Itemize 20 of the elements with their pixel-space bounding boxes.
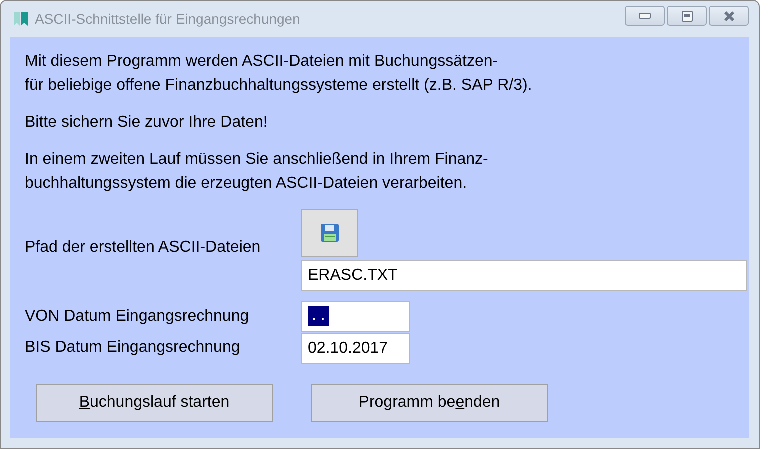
date-field[interactable]: 02.10.2017 [301, 333, 410, 364]
instruction-text: In einem zweiten Lauf müssen Sie anschließend in Ihrem Finanz- buchhaltungssystem die erzeugten ASCII-Dateien verarbeiten. [25, 150, 490, 194]
close-button[interactable] [709, 6, 749, 26]
save-button[interactable] [301, 209, 358, 257]
maximize-icon [682, 10, 692, 22]
action-button[interactable]: Programm beenden [311, 384, 548, 422]
date-label: VON Datum Eingangsrechnung [25, 306, 250, 326]
maximize-button[interactable] [667, 6, 707, 26]
action-button[interactable]: Buchungslauf starten [36, 384, 273, 422]
path-label: Pfad der erstellten ASCII-Dateien [25, 238, 262, 258]
instruction-text: Bitte sichern Sie zuvor Ihre Daten! [25, 113, 269, 133]
window-title: ASCII-Schnittstelle für Eingangsrechungen [35, 10, 300, 29]
date-field[interactable]: . . [301, 301, 410, 332]
instruction-text: Mit diesem Programm werden ASCII-Dateien mit Buchungssätzen- für beliebige offene Finanzbuchhaltungssysteme erstellt (z.B. SAP R/3). [25, 52, 534, 96]
bookmark-icon [13, 11, 29, 27]
minimize-button[interactable] [625, 6, 665, 26]
close-icon [724, 10, 734, 22]
minimize-icon [639, 13, 651, 19]
path-field[interactable]: ERASC.TXT [301, 260, 747, 291]
date-label: BIS Datum Eingangsrechnung [25, 338, 242, 358]
